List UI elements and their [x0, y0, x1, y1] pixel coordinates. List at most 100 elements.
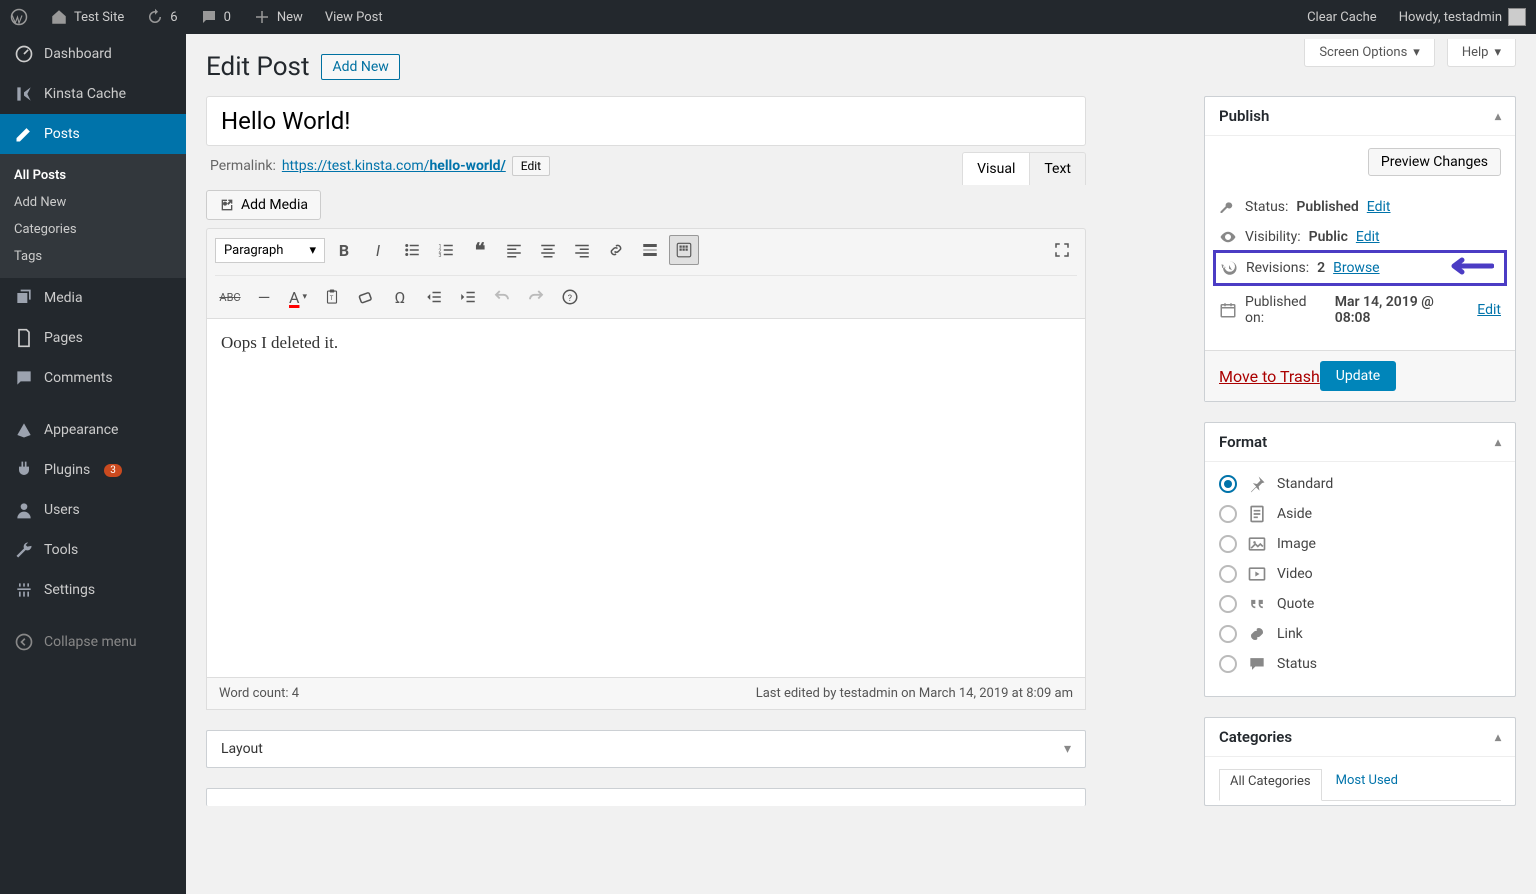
submenu-tags[interactable]: Tags	[0, 243, 186, 270]
wp-logo[interactable]	[10, 8, 28, 26]
add-media-button[interactable]: Add Media	[206, 190, 321, 220]
read-more-button[interactable]	[635, 235, 665, 265]
categories-tab-all[interactable]: All Categories	[1219, 769, 1322, 801]
keyboard-help-button[interactable]: ?	[555, 282, 585, 312]
menu-tools[interactable]: Tools	[0, 530, 186, 570]
publish-box-toggle[interactable]: Publish▴	[1205, 97, 1515, 136]
fullscreen-button[interactable]	[1047, 235, 1077, 265]
post-content-editor[interactable]: Oops I deleted it.	[206, 318, 1086, 678]
chevron-down-icon: ▾	[1494, 45, 1501, 60]
horizontal-rule-button[interactable]: —	[249, 282, 279, 312]
eye-icon	[1219, 228, 1237, 246]
comments-link[interactable]: 0	[200, 8, 231, 26]
status-edit-link[interactable]: Edit	[1367, 199, 1391, 215]
help-tab[interactable]: Help ▾	[1447, 39, 1516, 67]
bold-button[interactable]: B	[329, 235, 359, 265]
update-button[interactable]: Update	[1320, 361, 1396, 391]
move-to-trash-link[interactable]: Move to Trash	[1219, 367, 1320, 386]
special-char-button[interactable]: Ω	[385, 282, 415, 312]
number-list-button[interactable]: 123	[431, 235, 461, 265]
categories-box-toggle[interactable]: Categories▴	[1205, 718, 1515, 757]
add-new-button[interactable]: Add New	[321, 54, 399, 80]
format-standard[interactable]: Standard	[1219, 474, 1501, 494]
updates-link[interactable]: 6	[146, 8, 177, 26]
format-video[interactable]: Video	[1219, 564, 1501, 584]
howdy-link[interactable]: Howdy, testadmin	[1399, 8, 1526, 26]
menu-kinsta-cache[interactable]: Kinsta Cache	[0, 74, 186, 114]
visibility-edit-link[interactable]: Edit	[1356, 229, 1380, 245]
document-icon	[1247, 504, 1267, 524]
categories-tab-most-used[interactable]: Most Used	[1336, 769, 1398, 792]
link-icon	[1247, 624, 1267, 644]
permalink-label: Permalink:	[210, 158, 276, 174]
menu-users[interactable]: Users	[0, 490, 186, 530]
undo-button[interactable]	[487, 282, 517, 312]
menu-media[interactable]: Media	[0, 278, 186, 318]
link-button[interactable]	[601, 235, 631, 265]
site-home[interactable]: Test Site	[50, 8, 124, 26]
menu-settings[interactable]: Settings	[0, 570, 186, 610]
radio-icon	[1219, 535, 1237, 553]
screen-options-tab[interactable]: Screen Options ▾	[1304, 39, 1435, 67]
menu-appearance[interactable]: Appearance	[0, 410, 186, 450]
format-box-toggle[interactable]: Format▴	[1205, 423, 1515, 462]
published-edit-link[interactable]: Edit	[1477, 302, 1501, 318]
visual-tab[interactable]: Visual	[963, 153, 1030, 185]
layout-metabox-toggle[interactable]: Layout▾	[207, 731, 1085, 767]
blockquote-button[interactable]: ❝	[465, 235, 495, 265]
format-box: Format▴ Standard Aside Image Video Quote…	[1204, 422, 1516, 697]
new-link[interactable]: New	[253, 8, 303, 26]
menu-dashboard[interactable]: Dashboard	[0, 34, 186, 74]
collapse-menu[interactable]: Collapse menu	[0, 622, 186, 662]
format-status[interactable]: Status	[1219, 654, 1501, 674]
toolbar-toggle-button[interactable]	[669, 235, 699, 265]
submenu-categories[interactable]: Categories	[0, 216, 186, 243]
menu-plugins[interactable]: Plugins3	[0, 450, 186, 490]
outdent-button[interactable]	[419, 282, 449, 312]
view-post-link[interactable]: View Post	[325, 10, 383, 25]
format-link[interactable]: Link	[1219, 624, 1501, 644]
text-tab[interactable]: Text	[1030, 153, 1085, 185]
align-right-button[interactable]	[567, 235, 597, 265]
format-aside[interactable]: Aside	[1219, 504, 1501, 524]
revisions-highlight: Revisions: 2 Browse	[1213, 250, 1507, 286]
preview-changes-button[interactable]: Preview Changes	[1368, 148, 1501, 176]
page-title: Edit Post	[206, 52, 309, 82]
paste-text-button[interactable]: T	[317, 282, 347, 312]
radio-icon	[1219, 475, 1237, 493]
menu-pages[interactable]: Pages	[0, 318, 186, 358]
submenu-all-posts[interactable]: All Posts	[0, 162, 186, 189]
chevron-down-icon: ▾	[1064, 741, 1071, 757]
align-center-button[interactable]	[533, 235, 563, 265]
admin-bar: Test Site 6 0 New View Post Clear Cache …	[0, 0, 1536, 34]
menu-posts[interactable]: Posts	[0, 114, 186, 154]
avatar	[1508, 8, 1526, 26]
text-color-button[interactable]: A▾	[283, 282, 313, 312]
format-quote[interactable]: Quote	[1219, 594, 1501, 614]
radio-icon	[1219, 565, 1237, 583]
chevron-up-icon: ▴	[1495, 109, 1501, 123]
bullet-list-button[interactable]	[397, 235, 427, 265]
menu-comments[interactable]: Comments	[0, 358, 186, 398]
format-image[interactable]: Image	[1219, 534, 1501, 554]
strikethrough-button[interactable]: ABC	[215, 282, 245, 312]
permalink-edit-button[interactable]: Edit	[512, 156, 550, 176]
posts-submenu: All Posts Add New Categories Tags	[0, 154, 186, 278]
permalink-link[interactable]: https://test.kinsta.com/hello-world/	[282, 158, 506, 174]
calendar-icon	[1219, 301, 1237, 319]
clear-formatting-button[interactable]	[351, 282, 381, 312]
publish-box: Publish▴ Preview Changes Status: Publish…	[1204, 96, 1516, 402]
submenu-add-new[interactable]: Add New	[0, 189, 186, 216]
svg-text:?: ?	[568, 294, 572, 304]
format-select[interactable]: Paragraph▾	[215, 238, 325, 263]
italic-button[interactable]: I	[363, 235, 393, 265]
site-name: Test Site	[74, 10, 124, 25]
align-left-button[interactable]	[499, 235, 529, 265]
radio-icon	[1219, 655, 1237, 673]
browse-revisions-link[interactable]: Browse	[1333, 260, 1379, 276]
redo-button[interactable]	[521, 282, 551, 312]
quote-icon	[1247, 594, 1267, 614]
indent-button[interactable]	[453, 282, 483, 312]
post-title-input[interactable]	[206, 96, 1086, 146]
clear-cache-link[interactable]: Clear Cache	[1307, 10, 1377, 25]
